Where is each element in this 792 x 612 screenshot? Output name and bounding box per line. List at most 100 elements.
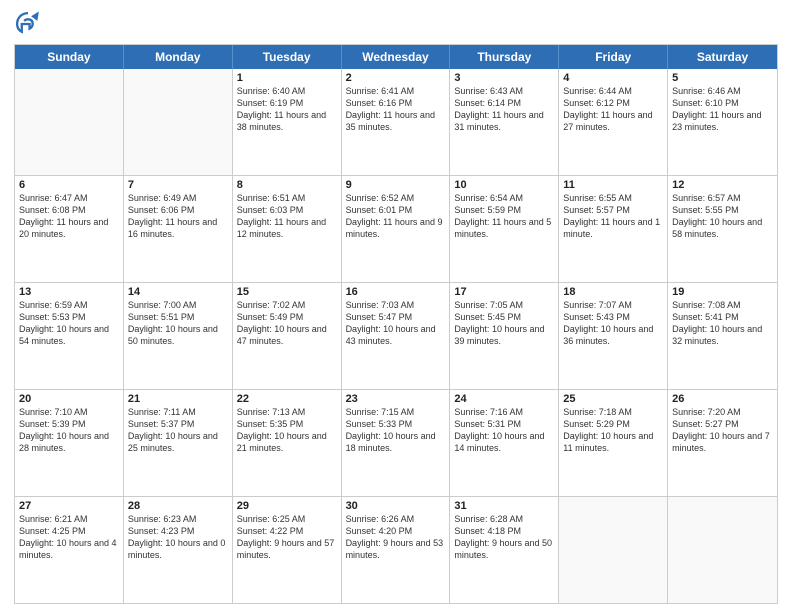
cell-info-line: Daylight: 11 hours and 23 minutes. xyxy=(672,109,773,133)
day-cell-6: 6Sunrise: 6:47 AMSunset: 6:08 PMDaylight… xyxy=(15,176,124,282)
cell-info-line: Sunrise: 7:16 AM xyxy=(454,406,554,418)
cell-info-line: Sunset: 6:12 PM xyxy=(563,97,663,109)
cell-info-line: Sunrise: 6:59 AM xyxy=(19,299,119,311)
cell-info-line: Sunset: 4:25 PM xyxy=(19,525,119,537)
cell-info-line: Sunrise: 6:51 AM xyxy=(237,192,337,204)
day-cell-28: 28Sunrise: 6:23 AMSunset: 4:23 PMDayligh… xyxy=(124,497,233,603)
day-number: 30 xyxy=(346,500,446,512)
day-cell-30: 30Sunrise: 6:26 AMSunset: 4:20 PMDayligh… xyxy=(342,497,451,603)
calendar-row-1: 1Sunrise: 6:40 AMSunset: 6:19 PMDaylight… xyxy=(15,69,777,175)
calendar-row-4: 20Sunrise: 7:10 AMSunset: 5:39 PM Dayligh… xyxy=(15,389,777,496)
day-number: 6 xyxy=(19,179,119,191)
cell-info-line: Daylight: 10 hours and 0 minutes. xyxy=(128,537,228,561)
cell-info-line: Daylight: 11 hours and 16 minutes. xyxy=(128,216,228,240)
day-number: 17 xyxy=(454,286,554,298)
cell-info-line: Daylight: 9 hours and 53 minutes. xyxy=(346,537,446,561)
day-number: 15 xyxy=(237,286,337,298)
day-number: 1 xyxy=(237,72,337,84)
cell-info-line: Sunset: 6:03 PM xyxy=(237,204,337,216)
day-cell-25: 25Sunrise: 7:18 AMSunset: 5:29 PMDayligh… xyxy=(559,390,668,496)
day-number: 11 xyxy=(563,179,663,191)
day-cell-7: 7Sunrise: 6:49 AMSunset: 6:06 PMDaylight… xyxy=(124,176,233,282)
day-number: 23 xyxy=(346,393,446,405)
cell-info-line: Daylight: 10 hours and 7 minutes. xyxy=(672,430,773,454)
day-cell-4: 4Sunrise: 6:44 AMSunset: 6:12 PMDaylight… xyxy=(559,69,668,175)
cell-info-line: Sunrise: 6:54 AM xyxy=(454,192,554,204)
cell-info-line: Sunset: 5:27 PM xyxy=(672,418,773,430)
cell-info-line: Daylight: 9 hours and 50 minutes. xyxy=(454,537,554,561)
cell-info-line: Daylight: 10 hours and 47 minutes. xyxy=(237,323,337,347)
cell-info-line: Sunrise: 7:20 AM xyxy=(672,406,773,418)
day-number: 24 xyxy=(454,393,554,405)
cell-info-line: Sunset: 5:47 PM xyxy=(346,311,446,323)
cell-info-line: Sunset: 5:39 PM xyxy=(19,418,119,430)
day-header-sunday: Sunday xyxy=(15,45,124,69)
calendar-page: SundayMondayTuesdayWednesdayThursdayFrid… xyxy=(0,0,792,612)
cell-info-line: Daylight: 10 hours and 11 minutes. xyxy=(563,430,663,454)
cell-info-line: Sunset: 5:43 PM xyxy=(563,311,663,323)
cell-info-line: Sunset: 4:22 PM xyxy=(237,525,337,537)
day-header-tuesday: Tuesday xyxy=(233,45,342,69)
cell-info-line: Daylight: 11 hours and 20 minutes. xyxy=(19,216,119,240)
cell-info-line: Daylight: 10 hours and 18 minutes. xyxy=(346,430,446,454)
day-cell-21: 21Sunrise: 7:11 AMSunset: 5:37 PMDayligh… xyxy=(124,390,233,496)
cell-info-line: Sunrise: 6:57 AM xyxy=(672,192,773,204)
logo xyxy=(14,10,46,38)
day-cell-18: 18Sunrise: 7:07 AMSunset: 5:43 PMDayligh… xyxy=(559,283,668,389)
cell-info-line: Sunrise: 6:41 AM xyxy=(346,85,446,97)
cell-info-line: Daylight: 10 hours and 36 minutes. xyxy=(563,323,663,347)
cell-info-line: Sunset: 6:01 PM xyxy=(346,204,446,216)
cell-info-line: Sunset: 5:51 PM xyxy=(128,311,228,323)
cell-info-line: Sunrise: 6:40 AM xyxy=(237,85,337,97)
cell-info-line: Sunset: 5:53 PM xyxy=(19,311,119,323)
cell-info-line: Sunrise: 7:10 AM xyxy=(19,406,119,418)
cell-info-line: Sunrise: 7:18 AM xyxy=(563,406,663,418)
day-cell-24: 24Sunrise: 7:16 AMSunset: 5:31 PMDayligh… xyxy=(450,390,559,496)
day-number: 20 xyxy=(19,393,119,405)
day-number: 21 xyxy=(128,393,228,405)
cell-info-line: Daylight: 10 hours and 21 minutes. xyxy=(237,430,337,454)
day-cell-10: 10Sunrise: 6:54 AMSunset: 5:59 PMDayligh… xyxy=(450,176,559,282)
day-number: 2 xyxy=(346,72,446,84)
day-number: 12 xyxy=(672,179,773,191)
cell-info-line: Sunrise: 6:23 AM xyxy=(128,513,228,525)
day-cell-16: 16Sunrise: 7:03 AMSunset: 5:47 PMDayligh… xyxy=(342,283,451,389)
cell-info-line: Sunrise: 6:44 AM xyxy=(563,85,663,97)
cell-info-line: Sunset: 4:23 PM xyxy=(128,525,228,537)
day-number: 26 xyxy=(672,393,773,405)
day-cell-27: 27Sunrise: 6:21 AMSunset: 4:25 PMDayligh… xyxy=(15,497,124,603)
cell-info-line: Sunset: 5:41 PM xyxy=(672,311,773,323)
day-cell-2: 2Sunrise: 6:41 AMSunset: 6:16 PMDaylight… xyxy=(342,69,451,175)
day-number: 31 xyxy=(454,500,554,512)
day-number: 22 xyxy=(237,393,337,405)
cell-info-line: Daylight: 10 hours and 4 minutes. xyxy=(19,537,119,561)
day-cell-8: 8Sunrise: 6:51 AMSunset: 6:03 PMDaylight… xyxy=(233,176,342,282)
cell-info-line: Daylight: 9 hours and 57 minutes. xyxy=(237,537,337,561)
day-cell-20: 20Sunrise: 7:10 AMSunset: 5:39 PMDayligh… xyxy=(15,390,124,496)
cell-info-line: Sunset: 5:45 PM xyxy=(454,311,554,323)
day-number: 3 xyxy=(454,72,554,84)
empty-cell xyxy=(124,69,233,175)
day-header-friday: Friday xyxy=(559,45,668,69)
cell-info-line: Daylight: 11 hours and 5 minutes. xyxy=(454,216,554,240)
day-number: 18 xyxy=(563,286,663,298)
cell-info-line: Sunrise: 6:52 AM xyxy=(346,192,446,204)
cell-info-line: Daylight: 10 hours and 54 minutes. xyxy=(19,323,119,347)
cell-info-line: Daylight: 11 hours and 1 minute. xyxy=(563,216,663,240)
cell-info-line: Sunset: 4:18 PM xyxy=(454,525,554,537)
cell-info-line: Sunrise: 7:07 AM xyxy=(563,299,663,311)
cell-info-line: Sunrise: 6:28 AM xyxy=(454,513,554,525)
day-number: 13 xyxy=(19,286,119,298)
calendar-row-3: 13Sunrise: 6:59 AMSunset: 5:53 PMDayligh… xyxy=(15,282,777,389)
day-number: 29 xyxy=(237,500,337,512)
cell-info-line: Daylight: 11 hours and 31 minutes. xyxy=(454,109,554,133)
day-number: 4 xyxy=(563,72,663,84)
cell-info-line: Sunset: 5:59 PM xyxy=(454,204,554,216)
cell-info-line: Sunrise: 6:25 AM xyxy=(237,513,337,525)
day-cell-26: 26Sunrise: 7:20 AMSunset: 5:27 PMDayligh… xyxy=(668,390,777,496)
cell-info-line: Sunrise: 6:49 AM xyxy=(128,192,228,204)
day-cell-11: 11Sunrise: 6:55 AMSunset: 5:57 PMDayligh… xyxy=(559,176,668,282)
day-cell-15: 15Sunrise: 7:02 AMSunset: 5:49 PMDayligh… xyxy=(233,283,342,389)
cell-info-line: Daylight: 10 hours and 14 minutes. xyxy=(454,430,554,454)
calendar: SundayMondayTuesdayWednesdayThursdayFrid… xyxy=(14,44,778,604)
